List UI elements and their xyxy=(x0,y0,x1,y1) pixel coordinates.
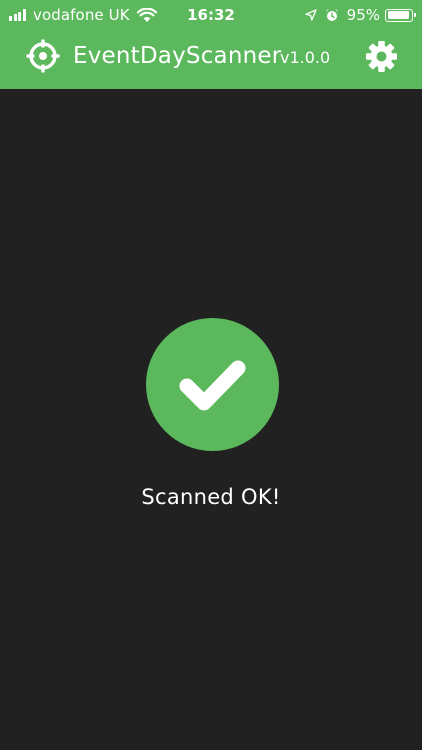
checkmark-icon xyxy=(179,360,246,411)
success-indicator xyxy=(146,318,279,451)
location-arrow-icon xyxy=(305,9,317,21)
battery-percent: 95% xyxy=(346,6,380,24)
status-bar: vodafone UK 16:32 95% xyxy=(0,0,422,28)
battery-nub xyxy=(414,13,416,17)
gear-icon[interactable] xyxy=(364,39,399,74)
alarm-clock-icon xyxy=(325,8,339,22)
crosshair-icon[interactable] xyxy=(26,39,60,73)
battery-fill xyxy=(387,11,410,19)
app-version: v1.0.0 xyxy=(280,48,331,67)
app-title: EventDayScanner xyxy=(73,43,282,69)
scan-status-message: Scanned OK! xyxy=(141,485,281,509)
app-bar: EventDayScanner v1.0.0 xyxy=(0,28,422,89)
status-right: 95% xyxy=(305,4,416,26)
battery-icon xyxy=(385,8,416,22)
header: vodafone UK 16:32 95% EventDayScanner v1… xyxy=(0,0,422,89)
